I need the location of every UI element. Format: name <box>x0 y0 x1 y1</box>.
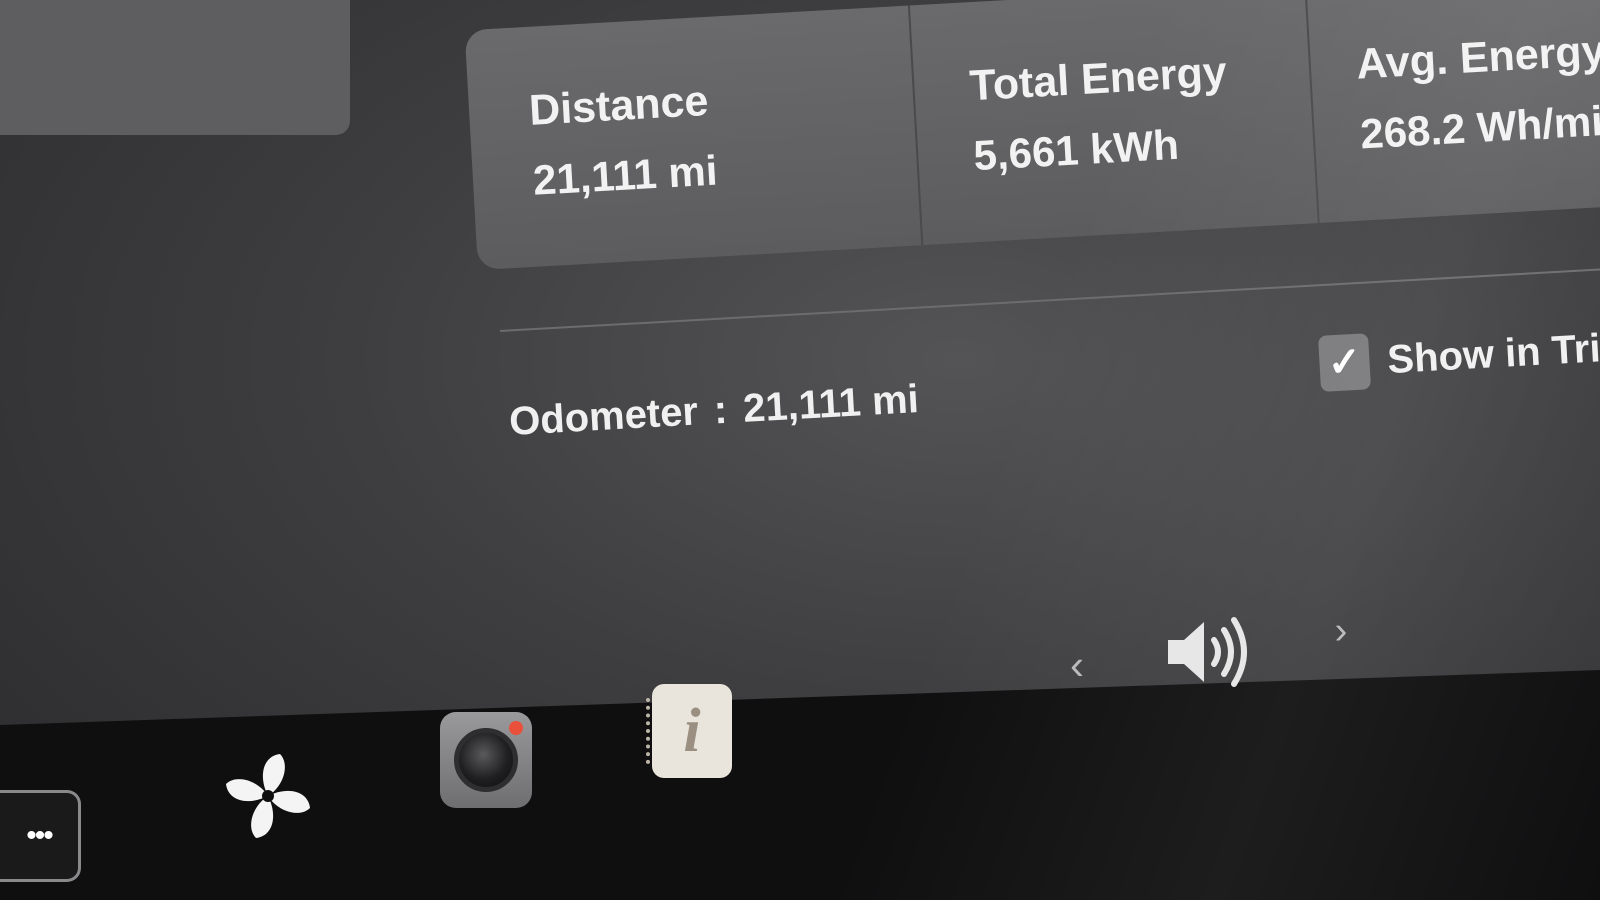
stat-avg-energy-value: 268.2 Wh/mi <box>1359 97 1600 158</box>
stat-avg-energy: Avg. Energy 268.2 Wh/mi <box>1303 0 1600 224</box>
camera-icon[interactable] <box>440 712 532 808</box>
show-in-trip-checkbox[interactable]: ✓ <box>1318 333 1372 392</box>
car-screen: Distance 21,111 mi Total Energy 5,661 kW… <box>0 0 1600 900</box>
odometer-readout: Odometer:21,111 mi <box>508 377 920 445</box>
stat-total-energy-value: 5,661 kWh <box>972 120 1181 180</box>
stat-avg-energy-label: Avg. Energy <box>1355 26 1600 89</box>
fan-icon[interactable] <box>218 746 318 846</box>
show-in-trip-label: Show in Trip <box>1386 324 1600 382</box>
more-apps-button[interactable]: ••• <box>0 790 81 882</box>
camera-notification-dot <box>509 721 523 735</box>
volume-down-chevron[interactable]: ‹ <box>1062 640 1092 690</box>
odometer-value: 21,111 mi <box>741 377 920 431</box>
owners-manual-icon[interactable]: i <box>646 684 732 778</box>
show-in-trip-toggle[interactable]: ✓ Show in Trip <box>1318 319 1600 392</box>
volume-up-chevron[interactable]: › <box>1326 606 1356 656</box>
manual-binding <box>646 698 662 764</box>
stat-total-energy-label: Total Energy <box>968 47 1228 111</box>
info-glyph: i <box>683 696 701 765</box>
stat-total-energy: Total Energy 5,661 kWh <box>908 0 1318 246</box>
stat-distance: Distance 21,111 mi <box>465 6 922 270</box>
stat-distance-label: Distance <box>527 76 710 135</box>
chevron-left-icon: ‹ <box>1070 641 1084 688</box>
odometer-separator: : <box>712 387 729 433</box>
more-icon: ••• <box>26 819 53 852</box>
odometer-label: Odometer <box>508 389 700 444</box>
stat-distance-value: 21,111 mi <box>531 146 719 204</box>
chevron-right-icon: › <box>1334 609 1348 652</box>
volume-icon[interactable] <box>1160 610 1256 694</box>
checkmark-icon: ✓ <box>1326 339 1363 386</box>
top-left-panel[interactable] <box>0 0 350 135</box>
camera-lens <box>454 728 518 792</box>
section-divider <box>500 268 1600 332</box>
trip-stats-card: Distance 21,111 mi Total Energy 5,661 kW… <box>464 0 1600 270</box>
